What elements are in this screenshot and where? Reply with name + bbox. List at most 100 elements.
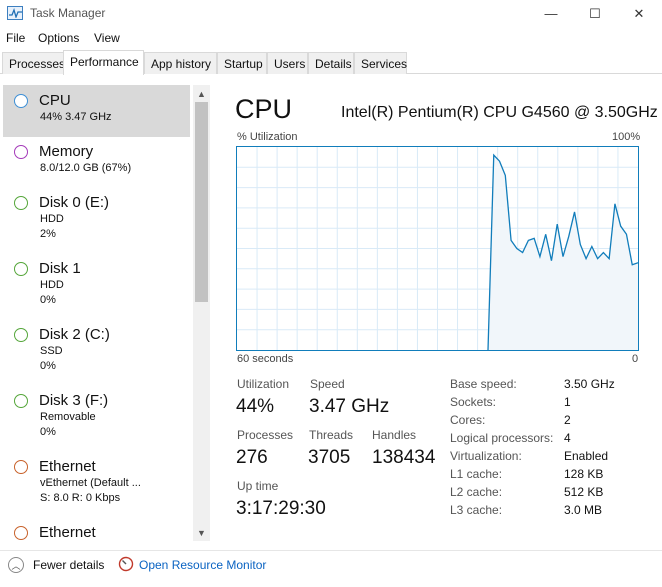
cpu-utilization-graph — [236, 146, 639, 351]
tab-app-history[interactable]: App history — [144, 52, 217, 74]
resource-type: SSD — [40, 345, 63, 357]
resource-item-disk-0[interactable]: Disk 0 (E:) HDD 2% — [3, 187, 190, 249]
resource-adapter: vEthernet (Default ... — [40, 477, 141, 489]
utilization-label: Utilization — [237, 377, 290, 391]
spec-logical-processors-value: 4 — [564, 431, 571, 445]
resource-name: Ethernet — [39, 524, 96, 541]
footer-bar: ︿ Fewer details Open Resource Monitor — [0, 550, 662, 587]
graph-time-label: 60 seconds — [237, 353, 294, 365]
resource-detail: 44% 3.47 GHz — [40, 111, 112, 123]
handles-label: Handles — [372, 428, 417, 442]
resource-item-ethernet-1[interactable]: Ethernet vEthernet (Default ... S: 8.0 R… — [3, 451, 190, 513]
spec-sockets-value: 1 — [564, 395, 571, 409]
disk-indicator-icon — [14, 196, 28, 210]
resource-usage: 2% — [40, 228, 56, 240]
speed-label: Speed — [310, 377, 345, 391]
spec-cores-label: Cores: — [450, 413, 486, 427]
menu-bar: File Options View — [0, 28, 662, 48]
cpu-indicator-icon — [14, 94, 28, 108]
uptime-label: Up time — [237, 479, 279, 493]
memory-indicator-icon — [14, 145, 28, 159]
scrollbar-thumb[interactable] — [195, 102, 208, 302]
resource-name: Disk 2 (C:) — [39, 326, 110, 343]
spec-virtualization-label: Virtualization: — [450, 449, 522, 463]
tab-startup[interactable]: Startup — [217, 52, 267, 74]
resource-item-disk-3[interactable]: Disk 3 (F:) Removable 0% — [3, 385, 190, 447]
menu-options[interactable]: Options — [38, 31, 79, 45]
spec-l2-cache-label: L2 cache: — [450, 485, 503, 499]
resource-item-memory[interactable]: Memory 8.0/12.0 GB (67%) — [3, 136, 190, 188]
resource-name: Ethernet — [39, 458, 96, 475]
page-title: CPU — [235, 94, 293, 124]
minimize-button[interactable]: — — [528, 0, 574, 27]
scroll-up-icon[interactable]: ▲ — [193, 85, 210, 102]
resource-name: Disk 0 (E:) — [39, 194, 110, 211]
chevron-up-icon[interactable]: ︿ — [8, 557, 24, 573]
menu-file[interactable]: File — [6, 31, 25, 45]
disk-indicator-icon — [14, 394, 28, 408]
processes-label: Processes — [237, 428, 294, 442]
spec-cores-value: 2 — [564, 413, 571, 427]
resource-name: Disk 3 (F:) — [39, 392, 109, 409]
spec-base-speed-label: Base speed: — [450, 377, 517, 391]
spec-base-speed-value: 3.50 GHz — [564, 377, 615, 391]
resource-item-disk-2[interactable]: Disk 2 (C:) SSD 0% — [3, 319, 190, 381]
resource-usage: 0% — [40, 294, 56, 306]
uptime-value: 3:17:29:30 — [236, 498, 326, 519]
resource-list: CPU 44% 3.47 GHz Memory 8.0/12.0 GB (67%… — [0, 85, 210, 545]
title-bar: Task Manager — ☐ ✕ — [0, 0, 662, 27]
utilization-value: 44% — [236, 396, 275, 417]
cpu-model-name: Intel(R) Pentium(R) CPU G4560 @ 3.50GHz — [341, 104, 658, 121]
tab-performance[interactable]: Performance — [63, 50, 144, 75]
resource-item-ethernet-2[interactable]: Ethernet — [3, 517, 190, 545]
spec-l1-cache-label: L1 cache: — [450, 467, 503, 481]
resource-item-disk-1[interactable]: Disk 1 HDD 0% — [3, 253, 190, 315]
tab-users[interactable]: Users — [267, 52, 308, 74]
graph-time-zero: 0 — [632, 353, 639, 365]
close-icon: ✕ — [633, 5, 645, 21]
threads-value: 3705 — [308, 447, 351, 468]
tab-details[interactable]: Details — [308, 52, 354, 74]
resource-type: Removable — [40, 411, 96, 423]
graph-y-label: % Utilization — [237, 131, 298, 143]
resource-type: HDD — [40, 213, 64, 225]
handles-value: 138434 — [372, 447, 436, 468]
resource-name: Memory — [39, 143, 94, 160]
resource-name: CPU — [39, 92, 71, 109]
spec-l3-cache-label: L3 cache: — [450, 503, 503, 517]
open-resource-monitor-link[interactable]: Open Resource Monitor — [139, 558, 266, 572]
resource-detail: 8.0/12.0 GB (67%) — [40, 162, 132, 174]
tab-services[interactable]: Services — [354, 52, 407, 74]
resource-monitor-icon[interactable] — [118, 556, 134, 572]
resource-throughput: S: 8.0 R: 0 Kbps — [40, 492, 121, 504]
threads-label: Threads — [309, 428, 354, 442]
scroll-down-icon[interactable]: ▼ — [193, 524, 210, 541]
menu-view[interactable]: View — [94, 31, 120, 45]
spec-sockets-label: Sockets: — [450, 395, 497, 409]
tab-processes[interactable]: Processes — [2, 52, 65, 74]
window-title: Task Manager — [30, 6, 106, 20]
resource-list-scrollbar[interactable]: ▲ ▼ — [193, 85, 210, 541]
speed-value: 3.47 GHz — [309, 396, 390, 417]
tab-strip: Processes Performance App history Startu… — [0, 50, 662, 75]
close-button[interactable]: ✕ — [616, 0, 662, 27]
resource-usage: 0% — [40, 360, 56, 372]
resource-usage: 0% — [40, 426, 56, 438]
cpu-graph-svg — [237, 147, 638, 350]
cpu-series-area — [488, 155, 638, 350]
processes-value: 276 — [236, 447, 268, 468]
spec-virtualization-value: Enabled — [564, 449, 609, 463]
minimize-icon: — — [544, 6, 558, 21]
disk-indicator-icon — [14, 328, 28, 342]
resource-item-cpu[interactable]: CPU 44% 3.47 GHz — [3, 85, 190, 137]
fewer-details-link[interactable]: Fewer details — [33, 558, 104, 572]
graph-y-max: 100% — [612, 131, 641, 143]
maximize-button[interactable]: ☐ — [572, 0, 618, 27]
spec-logical-processors-label: Logical processors: — [450, 431, 554, 445]
spec-l1-cache-value: 128 KB — [564, 467, 604, 481]
ethernet-indicator-icon — [14, 460, 28, 474]
task-manager-app-icon — [7, 6, 23, 20]
resource-type: HDD — [40, 279, 64, 291]
spec-l2-cache-value: 512 KB — [564, 485, 604, 499]
spec-l3-cache-value: 3.0 MB — [564, 503, 603, 517]
